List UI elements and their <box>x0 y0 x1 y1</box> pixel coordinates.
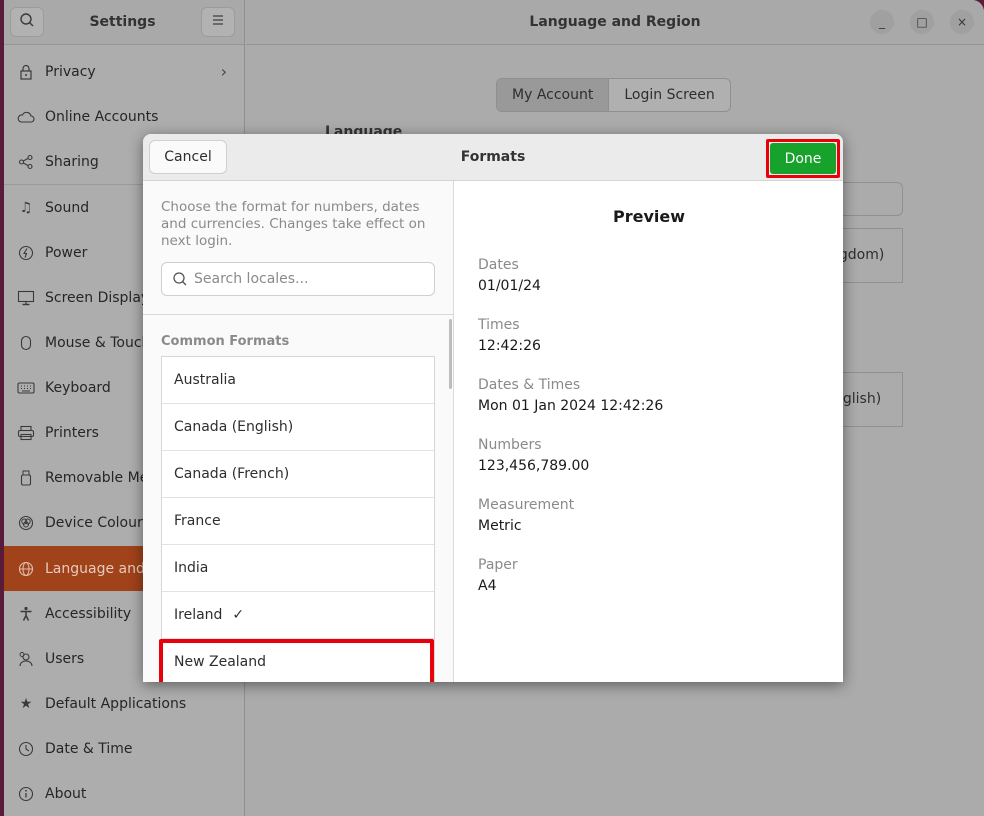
search-locales-input[interactable] <box>194 271 424 287</box>
minimize-icon: _ <box>879 15 885 29</box>
account-tabs: My Account Login Screen <box>496 78 731 112</box>
preview-value-times: 12:42:26 <box>478 338 541 354</box>
users-icon <box>16 651 36 667</box>
sidebar-item-label: Accessibility <box>45 605 132 622</box>
preview-title: Preview <box>612 207 685 226</box>
format-item-new-zealand[interactable]: New Zealand <box>162 639 434 682</box>
clock-icon <box>16 741 36 757</box>
format-label: France <box>174 513 221 529</box>
sidebar-item-label: Sound <box>45 199 90 216</box>
sidebar-item-privacy[interactable]: Privacy › <box>4 49 245 94</box>
tab-my-account[interactable]: My Account <box>497 79 610 111</box>
preview-value-dates-times: Mon 01 Jan 2024 12:42:26 <box>478 398 664 414</box>
dialog-description: Choose the format for numbers, dates and… <box>161 199 426 249</box>
format-item-india[interactable]: India <box>162 545 434 592</box>
preview-value-numbers: 123,456,789.00 <box>478 458 590 474</box>
sidebar-header: Settings <box>4 0 244 45</box>
format-label: Ireland <box>174 607 223 623</box>
printer-icon <box>16 425 36 441</box>
sidebar-item-label: Online Accounts <box>45 108 159 125</box>
list-scrollbar[interactable] <box>449 319 452 389</box>
preview-label-dates-times: Dates & Times <box>478 377 581 393</box>
formats-dialog: Cancel Formats Done Choose the format fo… <box>143 134 843 682</box>
format-item-france[interactable]: France <box>162 498 434 545</box>
sidebar-item-label: Printers <box>45 424 99 441</box>
common-formats-heading: Common Formats <box>161 334 290 349</box>
info-icon <box>16 786 36 802</box>
preview-label-dates: Dates <box>478 257 519 273</box>
sidebar-item-label: Keyboard <box>45 379 111 396</box>
sidebar-item-about[interactable]: About <box>4 771 245 816</box>
main-header: Language and Region _ □ × <box>246 0 984 45</box>
format-label: New Zealand <box>174 654 266 670</box>
maximize-button[interactable]: □ <box>910 10 934 34</box>
sidebar-item-label: Power <box>45 244 88 261</box>
preview-label-paper: Paper <box>478 557 518 573</box>
search-icon <box>172 271 188 287</box>
checkmark-icon: ✓ <box>232 607 245 623</box>
tab-login-screen[interactable]: Login Screen <box>609 79 730 111</box>
window-controls: _ □ × <box>870 10 974 34</box>
format-item-ireland[interactable]: Ireland ✓ <box>162 592 434 639</box>
lock-icon <box>16 64 36 80</box>
dialog-header: Cancel Formats Done <box>143 134 843 181</box>
search-button[interactable] <box>10 7 44 37</box>
accessibility-icon <box>16 606 36 622</box>
page-title: Language and Region <box>529 14 701 30</box>
close-icon: × <box>956 15 968 29</box>
usb-drive-icon <box>16 470 36 486</box>
main-menu-button[interactable] <box>201 7 235 37</box>
search-locales-field[interactable] <box>161 262 435 296</box>
preview-label-times: Times <box>478 317 520 333</box>
maximize-icon: □ <box>916 15 928 29</box>
formats-list: Australia Canada (English) Canada (Frenc… <box>161 356 435 682</box>
format-label: Canada (English) <box>174 419 294 435</box>
hamburger-menu-icon <box>211 14 225 30</box>
sidebar-item-label: Privacy <box>45 63 96 80</box>
music-note-icon: ♫ <box>19 199 33 216</box>
done-button-highlight: Done <box>766 139 840 178</box>
chevron-right-icon: › <box>220 62 227 81</box>
sidebar-item-online-accounts[interactable]: Online Accounts <box>4 94 245 139</box>
preview-value-measurement: Metric <box>478 518 522 534</box>
formats-list-panel: Choose the format for numbers, dates and… <box>143 181 454 682</box>
cancel-button[interactable]: Cancel <box>149 140 227 174</box>
sidebar-item-label: Screen Display <box>45 289 150 306</box>
format-item-australia[interactable]: Australia <box>162 357 434 404</box>
preview-label-numbers: Numbers <box>478 437 542 453</box>
done-button[interactable]: Done <box>770 143 836 174</box>
format-item-canada-french[interactable]: Canada (French) <box>162 451 434 498</box>
preview-value-paper: A4 <box>478 578 497 594</box>
power-icon <box>16 245 36 261</box>
preview-value-dates: 01/01/24 <box>478 278 541 294</box>
keyboard-icon <box>16 381 36 394</box>
sidebar-item-label: Date & Time <box>45 740 133 757</box>
preview-label-measurement: Measurement <box>478 497 575 513</box>
format-label: India <box>174 560 209 576</box>
sidebar-item-label: Sharing <box>45 153 99 170</box>
divider <box>143 314 454 315</box>
globe-icon <box>16 561 36 577</box>
cloud-icon <box>16 111 36 123</box>
search-icon <box>19 12 35 32</box>
mouse-icon <box>16 335 36 351</box>
share-icon <box>16 154 36 170</box>
preview-panel: Preview Dates 01/01/24 Times 12:42:26 Da… <box>455 181 843 682</box>
format-label: Australia <box>174 372 236 388</box>
sidebar-item-label: About <box>45 785 87 802</box>
format-item-canada-english[interactable]: Canada (English) <box>162 404 434 451</box>
minimize-button[interactable]: _ <box>870 10 894 34</box>
display-icon <box>16 290 36 306</box>
sidebar-item-label: Users <box>45 650 85 667</box>
dialog-title: Formats <box>460 149 526 165</box>
sidebar-title: Settings <box>89 14 156 30</box>
close-button[interactable]: × <box>950 10 974 34</box>
format-label: Canada (French) <box>174 466 290 482</box>
sidebar-item-date-time[interactable]: Date & Time <box>4 726 245 771</box>
colour-profile-icon <box>16 515 36 531</box>
sidebar-item-default-applications[interactable]: ★ Default Applications <box>4 681 245 726</box>
star-icon: ★ <box>19 695 33 712</box>
sidebar-item-label: Default Applications <box>45 695 187 712</box>
